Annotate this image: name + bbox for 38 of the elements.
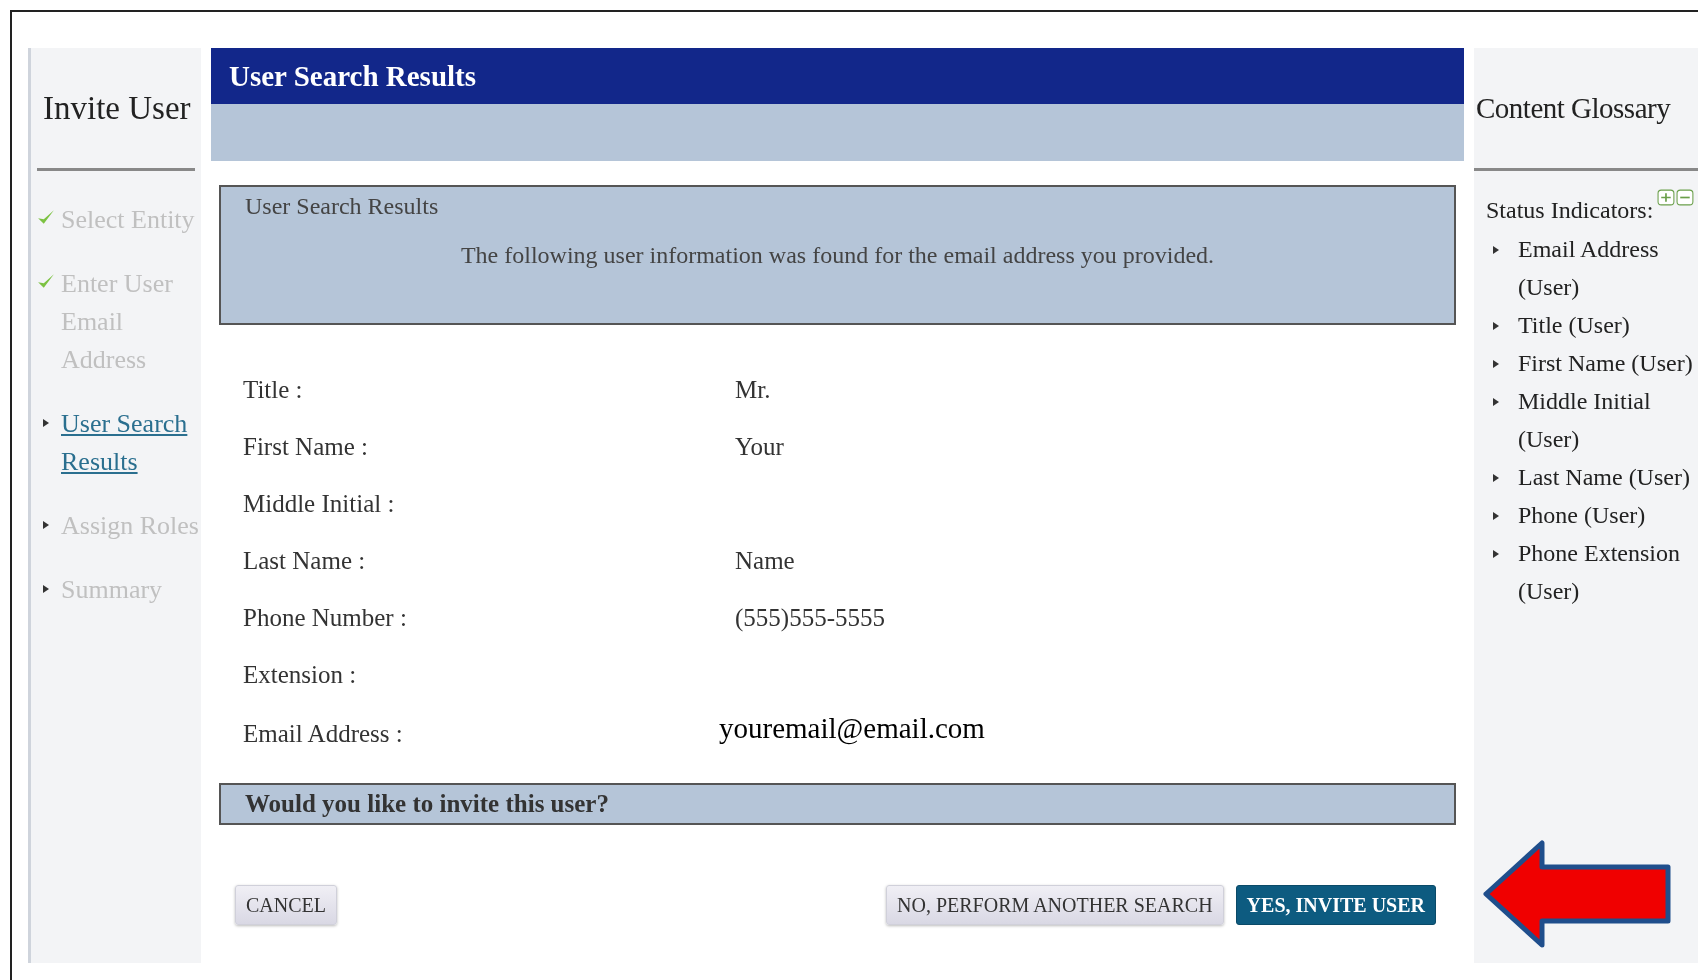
glossary-link[interactable]: Phone Extension (User)	[1518, 534, 1698, 610]
cancel-button[interactable]: CANCEL	[235, 885, 337, 925]
invite-button[interactable]: YES, INVITE USER	[1235, 885, 1436, 925]
glossary-link[interactable]: First Name (User)	[1518, 344, 1693, 382]
glossary-link[interactable]: Email Address (User)	[1518, 230, 1698, 306]
field-value: Name	[735, 546, 795, 575]
glossary-link[interactable]: Title (User)	[1518, 306, 1630, 344]
bullet-icon	[1493, 246, 1499, 254]
glossary-link[interactable]: Last Name (User)	[1518, 458, 1690, 496]
bullet-icon	[1493, 512, 1499, 520]
expand-collapse-icon[interactable]	[1657, 189, 1696, 206]
bullet-icon	[1493, 474, 1499, 482]
arrow-icon	[1482, 839, 1672, 949]
glossary-link[interactable]: Middle Initial (User)	[1518, 382, 1698, 458]
field-label: Phone Number :	[243, 603, 408, 632]
question-bar: Would you like to invite this user?	[219, 783, 1456, 825]
page-header: User Search Results	[211, 48, 1464, 104]
field-label: Extension :	[243, 660, 358, 689]
bullet-icon	[1493, 360, 1499, 368]
field-label: Middle Initial :	[243, 489, 396, 518]
bullet-icon	[1493, 550, 1499, 558]
glossary-heading: Status Indicators:	[1486, 196, 1654, 224]
glossary-link[interactable]: Phone (User)	[1518, 496, 1646, 534]
field-value: Your	[735, 432, 784, 461]
glossary-title: Content Glossary	[1475, 91, 1671, 125]
panel-message: The following user information was found for the email address you provided.	[459, 241, 1216, 269]
search-again-button[interactable]: NO, PERFORM ANOTHER SEARCH	[886, 885, 1224, 925]
sidebar-title: Invite User	[42, 89, 191, 127]
field-value: Mr.	[735, 375, 771, 404]
field-label: First Name :	[243, 432, 369, 461]
panel-title: User Search Results	[244, 192, 440, 220]
field-label: Last Name :	[243, 546, 367, 575]
field-value: youremail@email.com	[719, 711, 985, 745]
step-link[interactable]: User Search Results	[61, 405, 201, 481]
field-value: (555)555-5555	[735, 603, 885, 632]
bullet-icon	[1493, 322, 1499, 330]
field-label: Title :	[243, 375, 304, 404]
bullet-icon	[1493, 398, 1499, 406]
